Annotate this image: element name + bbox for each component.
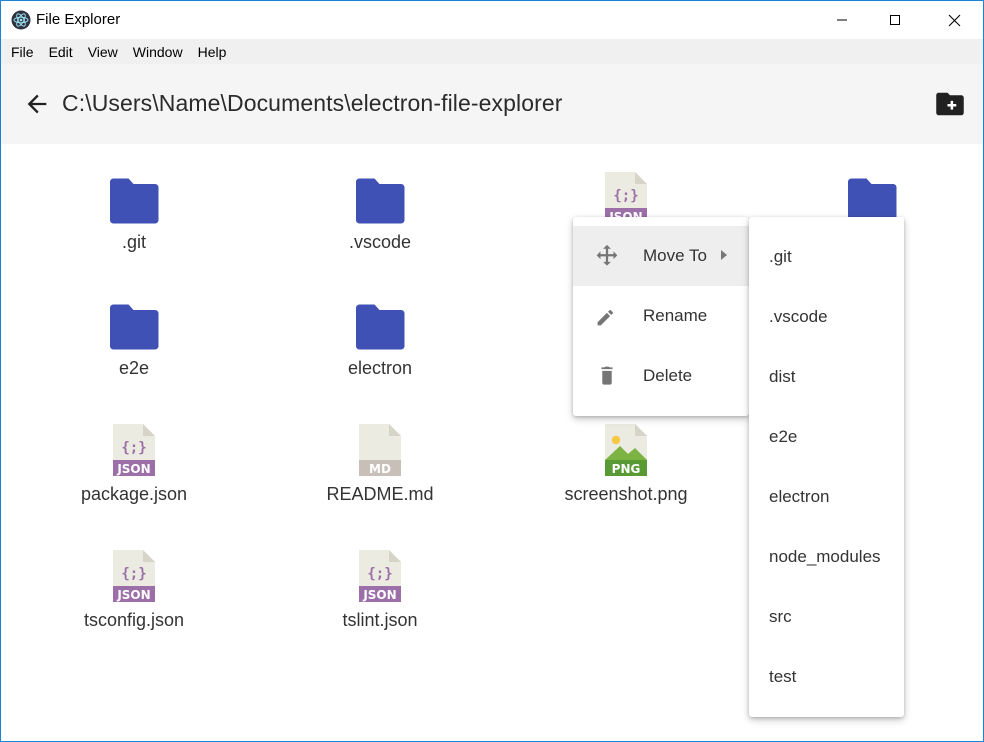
svg-text:{;}: {;} [121,440,146,456]
menu-view[interactable]: View [86,44,120,60]
file-item[interactable]: {;} JSON tslint.json [280,550,480,660]
submenu-item[interactable]: src [749,587,904,647]
file-item[interactable]: {;} JSON package.json [34,424,234,534]
svg-text:PNG: PNG [612,462,641,476]
context-menu-label: Delete [643,366,693,385]
file-name: e2e [118,358,150,378]
file-name: screenshot.png [564,484,688,504]
submenu-item[interactable]: .git [749,227,904,287]
svg-text:JSON: JSON [116,462,150,476]
submenu-item[interactable]: e2e [749,407,904,467]
title-bar: File Explorer [1,1,983,39]
file-name: package.json [80,484,188,504]
context-menu-rename[interactable]: Rename [573,286,749,346]
svg-text:JSON: JSON [362,588,396,602]
file-name: .git [121,232,146,252]
file-item[interactable]: .git [34,172,234,282]
svg-text:{;}: {;} [121,566,146,582]
json-file-icon: {;} JSON [354,550,406,602]
svg-text:{;}: {;} [367,566,392,582]
folder-icon [108,172,160,224]
minimize-button[interactable] [819,1,865,39]
file-name: .vscode [348,232,412,252]
menu-edit[interactable]: Edit [47,44,75,60]
submenu-item[interactable]: .vscode [749,287,904,347]
address-header: C:\Users\Name\Documents\electron-file-ex… [1,64,983,144]
file-item[interactable]: PNG screenshot.png [526,424,726,534]
menu-file[interactable]: File [9,44,36,60]
file-name: tsconfig.json [83,610,185,630]
file-item[interactable]: e2e [34,298,234,408]
submenu-arrow-icon [721,250,727,260]
folder-icon [354,172,406,224]
menu-help[interactable]: Help [196,44,229,60]
close-icon [948,14,960,26]
submenu-item[interactable]: node_modules [749,527,904,587]
svg-text:MD: MD [369,462,391,476]
file-item[interactable]: {;} JSON tsconfig.json [34,550,234,660]
menu-window[interactable]: Window [131,44,185,60]
back-arrow-icon[interactable] [23,90,51,118]
json-file-icon: {;} JSON [108,424,160,476]
maximize-button[interactable] [872,1,918,39]
minimize-icon [837,19,847,21]
new-folder-icon[interactable] [935,91,965,117]
svg-text:{;}: {;} [613,188,638,204]
file-item[interactable]: .vscode [280,172,480,282]
move-to-submenu: .git .vscode dist e2e electron node_modu… [749,217,904,717]
context-menu-delete[interactable]: Delete [573,346,749,406]
file-name: electron [347,358,413,378]
trash-icon [601,366,613,385]
close-button[interactable] [931,1,977,39]
pencil-icon [597,310,613,326]
current-path: C:\Users\Name\Documents\electron-file-ex… [62,90,563,116]
submenu-item[interactable]: test [749,647,904,707]
file-name: README.md [326,484,434,504]
window-title: File Explorer [36,11,121,28]
folder-icon [108,298,160,350]
context-menu-move-to[interactable]: Move To [573,226,749,286]
move-icon [596,244,618,266]
file-item[interactable]: MD README.md [280,424,480,534]
app-window: File Explorer File Edit View Window Help… [0,0,984,742]
json-file-icon: {;} JSON [108,550,160,602]
electron-logo-icon [11,10,31,30]
submenu-item[interactable]: dist [749,347,904,407]
context-menu-label: Rename [643,306,708,325]
svg-text:JSON: JSON [116,588,150,602]
maximize-icon [890,15,900,25]
submenu-item[interactable]: electron [749,467,904,527]
context-menu: Move To Rename Delete [573,217,749,416]
menu-bar: File Edit View Window Help [1,39,983,64]
markdown-file-icon: MD [354,424,406,476]
file-name: tslint.json [342,610,418,630]
file-item[interactable]: electron [280,298,480,408]
folder-icon [354,298,406,350]
context-menu-label: Move To [643,246,707,265]
image-file-icon: PNG [600,424,652,476]
